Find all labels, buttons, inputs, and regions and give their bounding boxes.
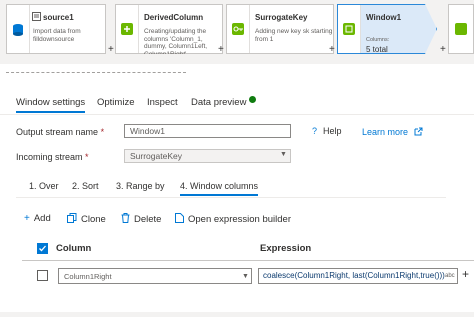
expression-header: Expression [260, 243, 312, 254]
data-flow-canvas: source1 Import data from filldownsource … [0, 0, 474, 64]
source-node-icon-area [7, 5, 30, 53]
steps-divider [16, 197, 446, 198]
canvas-divider [6, 72, 186, 79]
step-over[interactable]: 1. Over [29, 181, 59, 191]
node-title: DerivedColumn [144, 13, 204, 22]
copy-icon [67, 213, 77, 223]
node-source1[interactable]: source1 Import data from filldownsource [6, 4, 106, 54]
node-title: source1 [43, 13, 74, 22]
data-preview-status-dot [249, 96, 256, 103]
node-description: Adding new key sk starting from 1 [255, 28, 333, 43]
surrogate-node-icon-area [227, 5, 250, 53]
document-icon [175, 213, 184, 223]
select-all-checkbox[interactable] [37, 243, 48, 254]
step-window-columns[interactable]: 4. Window columns [180, 181, 259, 196]
add-transform-plus-4[interactable]: + [440, 44, 446, 55]
add-transform-plus-2[interactable]: + [218, 44, 224, 55]
window-node-icon-area [338, 5, 361, 53]
help-question-icon: ? [312, 126, 318, 136]
row-column-select[interactable]: Column1Right [58, 268, 252, 284]
node-surrogatekey[interactable]: SurrogateKey Adding new key sk starting … [226, 4, 334, 54]
database-icon [13, 24, 23, 36]
help-link[interactable]: ? Help [312, 126, 342, 136]
incoming-stream-label: Incoming stream * [16, 152, 89, 162]
chevron-down-icon[interactable]: ▼ [242, 273, 249, 280]
node-window1[interactable]: Window1 Columns: 5 total [337, 4, 437, 54]
transform-icon [455, 23, 467, 35]
external-link-icon [414, 127, 423, 136]
row-checkbox[interactable] [37, 270, 48, 281]
tab-optimize[interactable]: Optimize [97, 97, 134, 108]
row-expression-input[interactable]: coalesce(Column1Right, last(Column1Right… [258, 268, 458, 284]
trash-icon [121, 213, 130, 223]
grid-header: Column Expression [22, 236, 474, 261]
clone-button[interactable]: Clone [67, 213, 106, 225]
node-description: Import data from filldownsource [33, 28, 81, 43]
add-row-plus-icon[interactable]: + [462, 267, 469, 281]
node-title: SurrogateKey [255, 13, 308, 22]
node-title: Window1 [366, 13, 402, 22]
table-row: Column1Right ▼ coalesce(Column1Right, la… [22, 266, 474, 286]
chevron-down-icon[interactable]: ▼ [280, 151, 287, 158]
checkmark-icon [39, 245, 46, 252]
open-expression-builder-button[interactable]: Open expression builder [175, 213, 291, 225]
window-transform-icon [343, 23, 355, 35]
add-button[interactable]: + Add [24, 213, 51, 224]
key-icon [232, 23, 244, 35]
tab-window-settings[interactable]: Window settings [16, 97, 86, 113]
incoming-stream-select[interactable]: SurrogateKey [124, 149, 291, 163]
next-node-partial[interactable] [448, 4, 474, 54]
plus-icon: + [24, 213, 30, 224]
step-sort[interactable]: 2. Sort [72, 181, 99, 191]
add-transform-plus-3[interactable]: + [329, 44, 335, 55]
tab-inspect[interactable]: Inspect [147, 97, 178, 108]
expression-type-badge: abc [445, 273, 455, 279]
add-transform-plus-1[interactable]: + [108, 44, 114, 55]
learn-more-link[interactable]: Learn more [362, 127, 423, 137]
horizontal-scrollbar[interactable] [0, 312, 474, 317]
column-header: Column [56, 243, 92, 254]
settings-tabs: Window settings Optimize Inspect Data pr… [0, 92, 474, 115]
derived-node-icon-area [116, 5, 139, 53]
tab-data-preview[interactable]: Data preview [191, 97, 246, 108]
node-derivedcolumn[interactable]: DerivedColumn Creating/updating the colu… [115, 4, 223, 54]
output-stream-input[interactable]: Window1 [124, 124, 291, 138]
node-columns-count: 5 total [366, 45, 388, 54]
source-title-icon [32, 12, 41, 21]
node-description: Creating/updating the columns 'Column_1,… [144, 28, 208, 54]
derived-column-icon [121, 23, 133, 35]
step-range-by[interactable]: 3. Range by [116, 181, 165, 191]
output-stream-label: Output stream name * [16, 127, 105, 137]
delete-button[interactable]: Delete [121, 213, 161, 225]
node-columns-label: Columns: [366, 37, 390, 43]
